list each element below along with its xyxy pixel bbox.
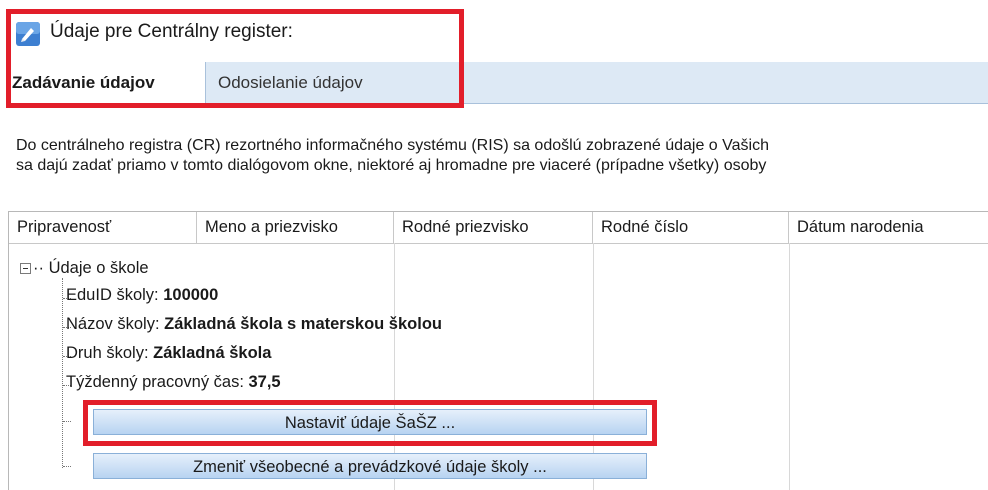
tree-guide-line <box>62 278 63 468</box>
tree-row-tyzdenny-cas: Týždenný pracovný čas: 37,5 <box>66 373 281 392</box>
column-header-pripravenost[interactable]: Pripravenosť <box>9 212 197 243</box>
nastavit-udaje-sasz-button[interactable]: Nastaviť údaje ŠaŠZ ... <box>93 409 647 435</box>
tree-row-value: Základná škola <box>153 344 272 362</box>
app-icon <box>16 22 40 46</box>
tree-row-eduid: EduID školy: 100000 <box>66 286 218 305</box>
collapse-icon[interactable] <box>20 263 31 275</box>
tab-zadavanie-udajov[interactable]: Zadávanie údajov <box>0 62 206 104</box>
column-header-datum-narodenia[interactable]: Dátum narodenia <box>789 212 988 243</box>
tab-strip: Zadávanie údajov Odosielanie údajov <box>0 62 988 104</box>
tree-row-label: EduID školy: <box>66 286 164 304</box>
tree-row-value: 37,5 <box>248 373 281 391</box>
column-header-rodne-cislo[interactable]: Rodné číslo <box>593 212 789 243</box>
tree-branch <box>63 466 71 467</box>
description-text: Do centrálneho registra (CR) rezortného … <box>16 136 769 176</box>
window-title: Údaje pre Centrálny register: <box>50 21 293 42</box>
tree-row-label: Týždenný pracovný čas: <box>66 373 249 391</box>
tree-root-label: Údaje o škole <box>48 259 149 277</box>
tree-row-druh-skoly: Druh školy: Základná škola <box>66 344 271 363</box>
column-divider <box>789 243 790 490</box>
tree-row-value: Základná škola s materskou školou <box>164 315 442 333</box>
tree-row-label: Názov školy: <box>66 315 165 333</box>
description-line-1: Do centrálneho registra (CR) rezortného … <box>16 137 769 154</box>
column-header-meno[interactable]: Meno a priezvisko <box>197 212 394 243</box>
tree-node-udaje-o-skole[interactable]: ·· Údaje o škole <box>20 259 149 278</box>
column-header-rodne-priezvisko[interactable]: Rodné priezvisko <box>394 212 593 243</box>
grid-header: Pripravenosť Meno a priezvisko Rodné pri… <box>9 212 988 244</box>
description-line-2: sa dajú zadať priamo v tomto dialógovom … <box>16 157 767 174</box>
tree-branch <box>63 421 71 422</box>
tree-row-label: Druh školy: <box>66 344 154 362</box>
data-grid[interactable]: Pripravenosť Meno a priezvisko Rodné pri… <box>8 211 988 490</box>
window-titlebar: Údaje pre Centrálny register: <box>0 0 988 62</box>
tree-connector-icon: ·· <box>33 259 44 277</box>
tab-odosielanie-udajov[interactable]: Odosielanie údajov <box>206 62 456 103</box>
tree-row-nazov-skoly: Názov školy: Základná škola s materskou … <box>66 315 442 334</box>
zmenit-udaje-skoly-button[interactable]: Zmeniť všeobecné a prevádzkové údaje ško… <box>93 453 647 479</box>
tree-row-value: 100000 <box>163 286 219 304</box>
